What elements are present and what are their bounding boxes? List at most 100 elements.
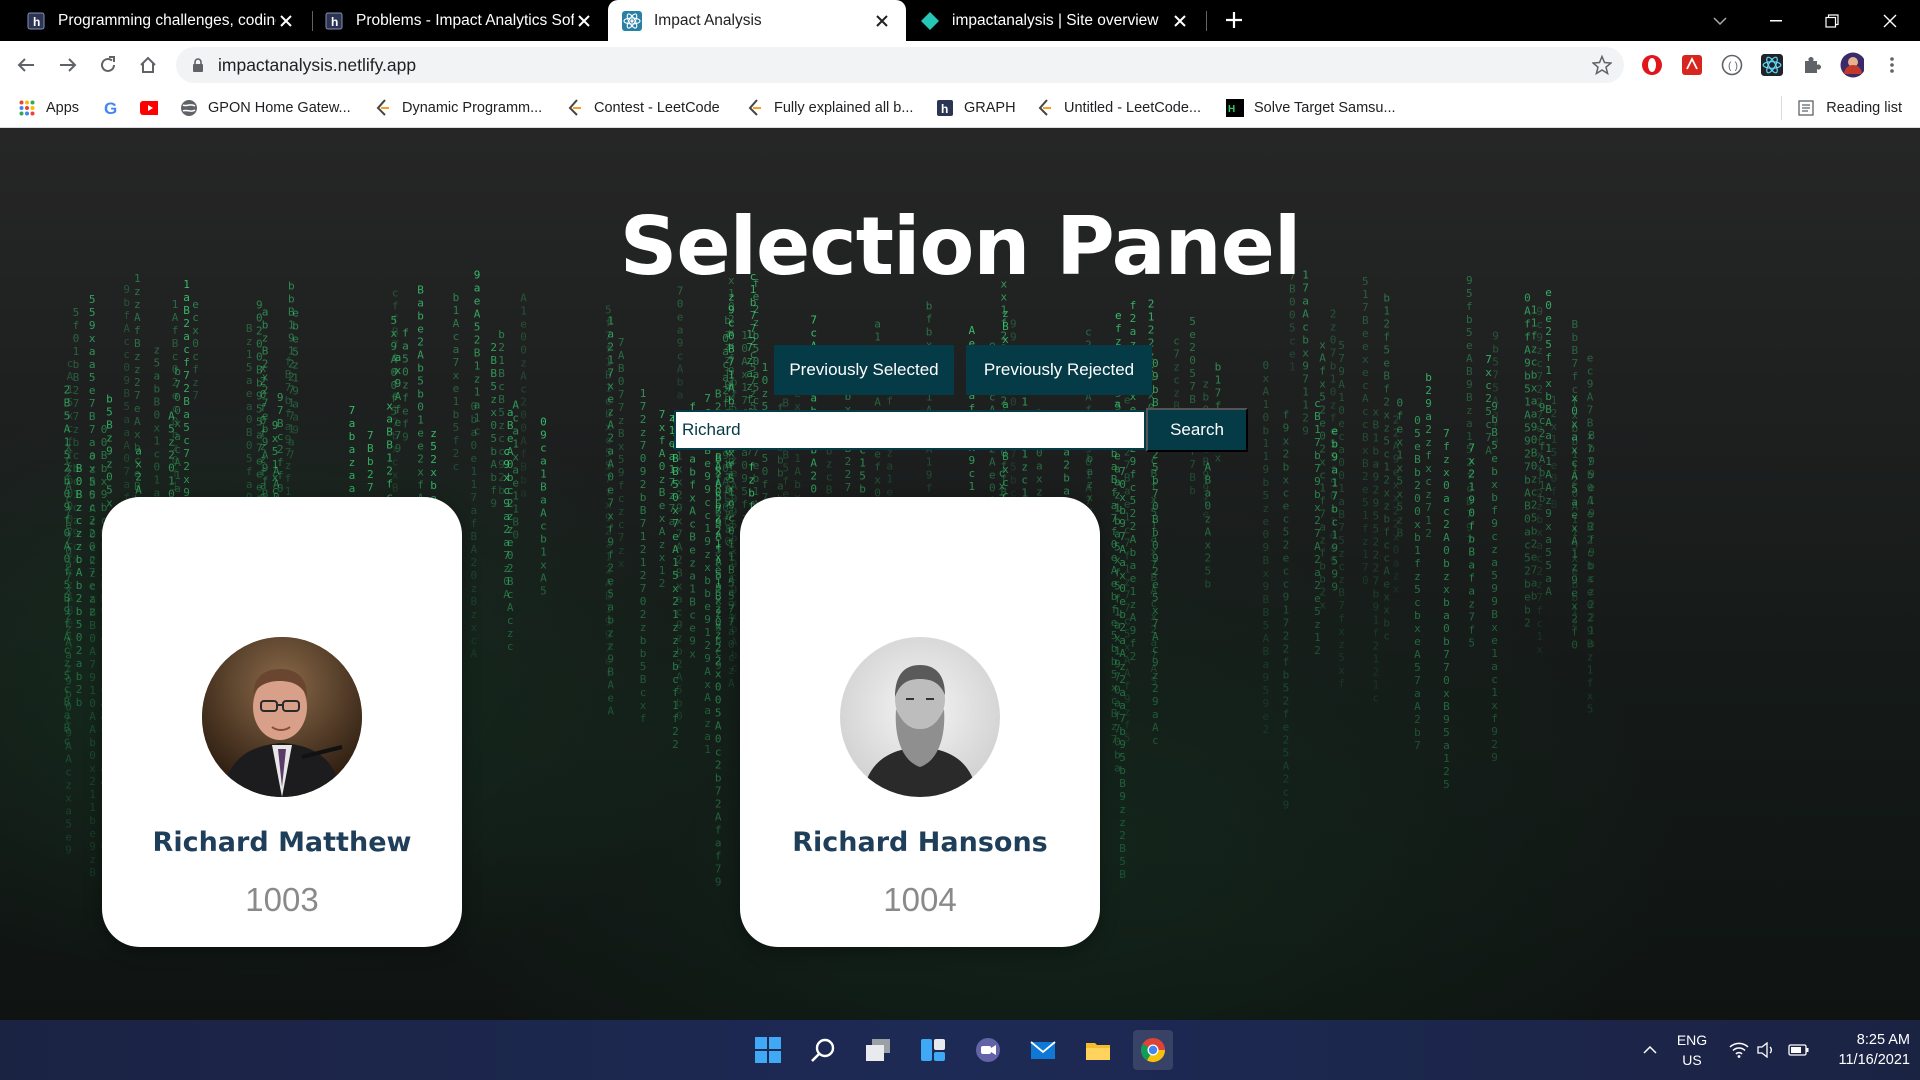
- matrix-glyph: a: [89, 345, 96, 358]
- code-extension-icon[interactable]: (): [1720, 53, 1744, 77]
- chrome-icon[interactable]: [1133, 1030, 1173, 1070]
- matrix-glyph: b: [1205, 578, 1212, 591]
- minimize-icon[interactable]: [1748, 0, 1804, 41]
- restore-icon[interactable]: [1804, 0, 1860, 41]
- candidate-card[interactable]: Richard Hansons 1004: [740, 497, 1100, 947]
- bookmarks-bar: Apps G GPON Home Gatew... Dynamic Progra…: [0, 89, 1920, 128]
- matrix-glyph: b: [715, 492, 722, 505]
- mail-icon[interactable]: [1023, 1030, 1063, 1070]
- task-view-icon[interactable]: [858, 1030, 898, 1070]
- matrix-glyph: x: [689, 491, 696, 504]
- matrix-glyph: 7: [1189, 458, 1196, 471]
- previously-rejected-button[interactable]: Previously Rejected: [966, 345, 1152, 395]
- matrix-glyph: f: [285, 355, 292, 368]
- matrix-glyph: b: [1189, 484, 1196, 497]
- matrix-glyph: f: [1414, 557, 1421, 570]
- address-bar[interactable]: impactanalysis.netlify.app: [176, 47, 1624, 83]
- bookmark-untitled-leetcode[interactable]: Untitled - LeetCode...: [1036, 96, 1201, 120]
- tab-programming-challenges[interactable]: h Programming challenges, coding: [12, 0, 310, 41]
- bookmark-graph[interactable]: h GRAPH: [936, 96, 1016, 120]
- matrix-glyph: c: [1338, 560, 1345, 573]
- lock-icon[interactable]: [190, 57, 206, 73]
- tab-site-overview[interactable]: impactanalysis | Site overview: [906, 0, 1204, 41]
- menu-kebab-icon[interactable]: [1880, 53, 1904, 77]
- bookmark-star-icon[interactable]: [1591, 54, 1613, 76]
- search-input[interactable]: Richard: [674, 410, 1146, 450]
- matrix-glyph: c: [1539, 414, 1546, 427]
- pdf-extension-icon[interactable]: [1680, 53, 1704, 77]
- matrix-glyph: 7: [724, 509, 731, 522]
- matrix-glyph: 1: [1531, 316, 1538, 329]
- bookmark-google[interactable]: G: [102, 96, 130, 120]
- previously-selected-button[interactable]: Previously Selected: [774, 345, 954, 395]
- matrix-glyph: x: [1119, 491, 1126, 504]
- matrix-glyph: 0: [741, 459, 748, 472]
- matrix-glyph: a: [1036, 459, 1043, 472]
- close-window-icon[interactable]: [1862, 0, 1918, 41]
- system-clock[interactable]: 8:25 AM 11/16/2021: [1820, 1030, 1911, 1070]
- bookmark-youtube[interactable]: [140, 96, 168, 120]
- url-text[interactable]: impactanalysis.netlify.app: [218, 55, 416, 76]
- search-button[interactable]: Search: [1146, 408, 1248, 452]
- matrix-glyph: 0: [1393, 544, 1400, 557]
- bookmark-gpon[interactable]: GPON Home Gatew...: [180, 96, 351, 120]
- matrix-glyph: 7: [750, 309, 757, 322]
- matrix-glyph: 9: [1010, 331, 1017, 344]
- profile-avatar[interactable]: [1840, 52, 1864, 78]
- language-indicator[interactable]: ENG US: [1662, 1030, 1722, 1070]
- react-devtools-icon[interactable]: [1760, 53, 1784, 77]
- matrix-glyph: 7: [750, 322, 757, 335]
- home-icon[interactable]: [132, 49, 164, 81]
- matrix-glyph: f: [724, 366, 731, 379]
- windows-start-icon[interactable]: [748, 1030, 788, 1070]
- forward-icon[interactable]: [52, 49, 84, 81]
- bookmark-fully-explained[interactable]: Fully explained all b...: [746, 96, 913, 120]
- teams-chat-icon[interactable]: [968, 1030, 1008, 1070]
- reading-list-button[interactable]: Reading list: [1781, 96, 1902, 120]
- matrix-glyph: c: [1151, 454, 1158, 467]
- matrix-glyph: e: [402, 405, 409, 418]
- matrix-glyph: 9: [704, 470, 711, 483]
- new-tab-plus-icon[interactable]: [1220, 6, 1248, 34]
- tab-impact-analysis[interactable]: Impact Analysis: [608, 0, 906, 41]
- matrix-glyph: 7: [1314, 462, 1321, 475]
- matrix-glyph: 1: [172, 298, 179, 311]
- extensions-puzzle-icon[interactable]: [1800, 53, 1824, 77]
- matrix-glyph: 9: [605, 511, 612, 524]
- matrix-glyph: 9: [1536, 305, 1543, 318]
- close-icon[interactable]: [276, 11, 296, 31]
- bookmark-solve-target-samsung[interactable]: H Solve Target Samsu...: [1226, 96, 1396, 120]
- matrix-glyph: 2: [1148, 298, 1155, 311]
- bookmark-apps[interactable]: Apps: [18, 96, 79, 120]
- close-icon[interactable]: [574, 11, 594, 31]
- matrix-glyph: a: [1491, 556, 1498, 569]
- file-explorer-icon[interactable]: [1078, 1030, 1118, 1070]
- tab-problems-impact-analytics[interactable]: h Problems - Impact Analytics Softw: [310, 0, 608, 41]
- close-icon[interactable]: [1170, 11, 1190, 31]
- tray-chevron-icon[interactable]: [1638, 1020, 1662, 1080]
- volume-icon[interactable]: [1754, 1020, 1780, 1080]
- matrix-glyph: c: [192, 311, 199, 324]
- wifi-icon[interactable]: [1726, 1020, 1752, 1080]
- opera-extension-icon[interactable]: [1640, 53, 1664, 77]
- matrix-glyph: B: [1572, 318, 1579, 331]
- matrix-glyph: B: [246, 322, 253, 335]
- back-icon[interactable]: [10, 49, 42, 81]
- matrix-glyph: a: [1545, 533, 1552, 546]
- widgets-icon[interactable]: [913, 1030, 953, 1070]
- matrix-glyph: 0: [246, 439, 253, 452]
- matrix-glyph: 2: [845, 455, 852, 468]
- matrix-glyph: e: [1283, 500, 1290, 513]
- search-icon[interactable]: [803, 1030, 843, 1070]
- matrix-glyph: 7: [605, 472, 612, 485]
- matrix-glyph: 1: [969, 480, 976, 493]
- battery-icon[interactable]: [1784, 1020, 1814, 1080]
- close-icon[interactable]: [872, 11, 892, 31]
- tab-search-chevron-icon[interactable]: [1692, 0, 1748, 41]
- matrix-glyph: 1: [874, 330, 881, 343]
- matrix-glyph: z: [106, 458, 113, 471]
- bookmark-dynamic-programming[interactable]: Dynamic Programm...: [374, 96, 542, 120]
- bookmark-contest-leetcode[interactable]: Contest - LeetCode: [566, 96, 720, 120]
- candidate-card[interactable]: Richard Matthew 1003: [102, 497, 462, 947]
- reload-icon[interactable]: [92, 49, 124, 81]
